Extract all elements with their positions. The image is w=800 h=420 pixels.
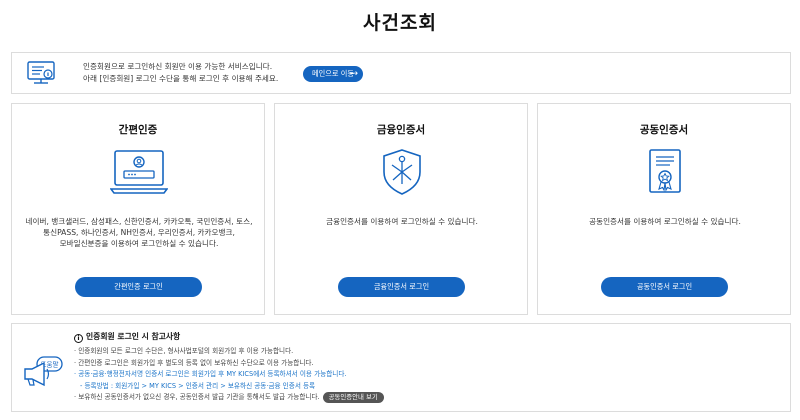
certificate-icon [649, 149, 681, 193]
card-financial-cert: 금융인증서 금융인증서를 이용하여 로그인하실 수 있습니다. 금융인증서 로그… [274, 103, 528, 315]
login-method-cards: 간편인증 네이버, 뱅크샐러드, 삼성패스, 신한인증서, 카카오톡, 국민인증… [11, 103, 791, 315]
go-main-label: 메인으로 이동 [312, 69, 354, 78]
notice-line-1: 인증회원으로 로그인하신 회원만 이용 가능한 서비스입니다. [83, 62, 273, 71]
login-notes-box: 도움말 i 인증회원 로그인 시 참고사항 · 인증회원의 모든 로그인 수단은,… [11, 323, 791, 412]
card-desc-line: 금융인증서를 이용하여 로그인하실 수 있습니다. [326, 217, 478, 226]
shield-icon [383, 149, 421, 195]
laptop-login-icon [110, 150, 168, 194]
go-main-button[interactable]: 메인으로 이동 → [303, 66, 363, 82]
joint-cert-login-button[interactable]: 공동인증서 로그인 [601, 277, 728, 297]
card-joint-cert: 공동인증서 공동인증서를 이용하여 로그인하실 수 있습니다. 공동인증서 로그… [537, 103, 791, 315]
notice-box: 인증회원으로 로그인하신 회원만 이용 가능한 서비스입니다. 아래 [인증회원… [11, 52, 791, 94]
megaphone-icon: 도움말 [24, 356, 63, 387]
card-simple-auth: 간편인증 네이버, 뱅크샐러드, 삼성패스, 신한인증서, 카카오톡, 국민인증… [11, 103, 265, 315]
list-item: · 간편인증 로그인은 회원가입 후 별도의 등록 없이 보유하신 수단으로 이… [74, 358, 314, 367]
card-description: 금융인증서를 이용하여 로그인하실 수 있습니다. [283, 216, 521, 227]
card-title: 간편인증 [118, 124, 158, 136]
notes-list: · 인증회원의 모든 로그인 수단은, 형사사법포털의 회원가입 후 이용 가능… [74, 346, 384, 404]
page-title: 사건조회 [363, 12, 437, 34]
list-item-text: · 보유하신 공동인증서가 없으신 경우, 공동인증서 발급 기관을 통해서도 … [74, 393, 320, 401]
card-desc-line: 모바일신분증을 이용하여 로그인하실 수 있습니다. [59, 239, 219, 248]
card-title: 금융인증서 [376, 124, 426, 136]
card-description: 네이버, 뱅크샐러드, 삼성패스, 신한인증서, 카카오톡, 국민인증서, 토스… [20, 216, 258, 249]
notes-heading: i 인증회원 로그인 시 참고사항 [74, 331, 180, 343]
list-item: · 인증회원의 모든 로그인 수단은, 형사사법포털의 회원가입 후 이용 가능… [74, 347, 294, 355]
simple-auth-login-button[interactable]: 간편인증 로그인 [75, 277, 202, 297]
info-circle-icon: i [74, 334, 83, 343]
list-item: - 등록방법 : 회원가입 > MY KICS > 인증서 관리 > 보유하신 … [80, 381, 316, 390]
arrow-right-icon: → [350, 69, 358, 79]
list-item: · 보유하신 공동인증서가 없으신 경우, 공동인증서 발급 기관을 통해서도 … [74, 392, 384, 404]
notice-text: 인증회원으로 로그인하신 회원만 이용 가능한 서비스입니다. 아래 [인증회원… [83, 61, 278, 85]
card-desc-line: 통신PASS, 하나인증서, NH인증서, 우리인증서, 카카오뱅크, [43, 228, 235, 237]
list-item: · 공동·금융·행정전자서명 인증서 로그인은 회원가입 후 MY KICS에서… [74, 370, 347, 378]
computer-info-icon [27, 61, 55, 84]
card-desc-line: 네이버, 뱅크샐러드, 삼성패스, 신한인증서, 카카오톡, 국민인증서, 토스… [25, 217, 253, 226]
card-desc-line: 공동인증서를 이용하여 로그인하실 수 있습니다. [589, 217, 741, 226]
financial-cert-login-button[interactable]: 금융인증서 로그인 [338, 277, 465, 297]
joint-cert-guide-button[interactable]: 공동인증안내 보기 [322, 392, 384, 403]
notes-heading-text: 인증회원 로그인 시 참고사항 [86, 332, 181, 341]
notice-line-2: 아래 [인증회원] 로그인 수단을 통해 로그인 후 이용해 주세요. [83, 74, 279, 83]
card-description: 공동인증서를 이용하여 로그인하실 수 있습니다. [546, 216, 784, 227]
card-title: 공동인증서 [639, 124, 689, 136]
